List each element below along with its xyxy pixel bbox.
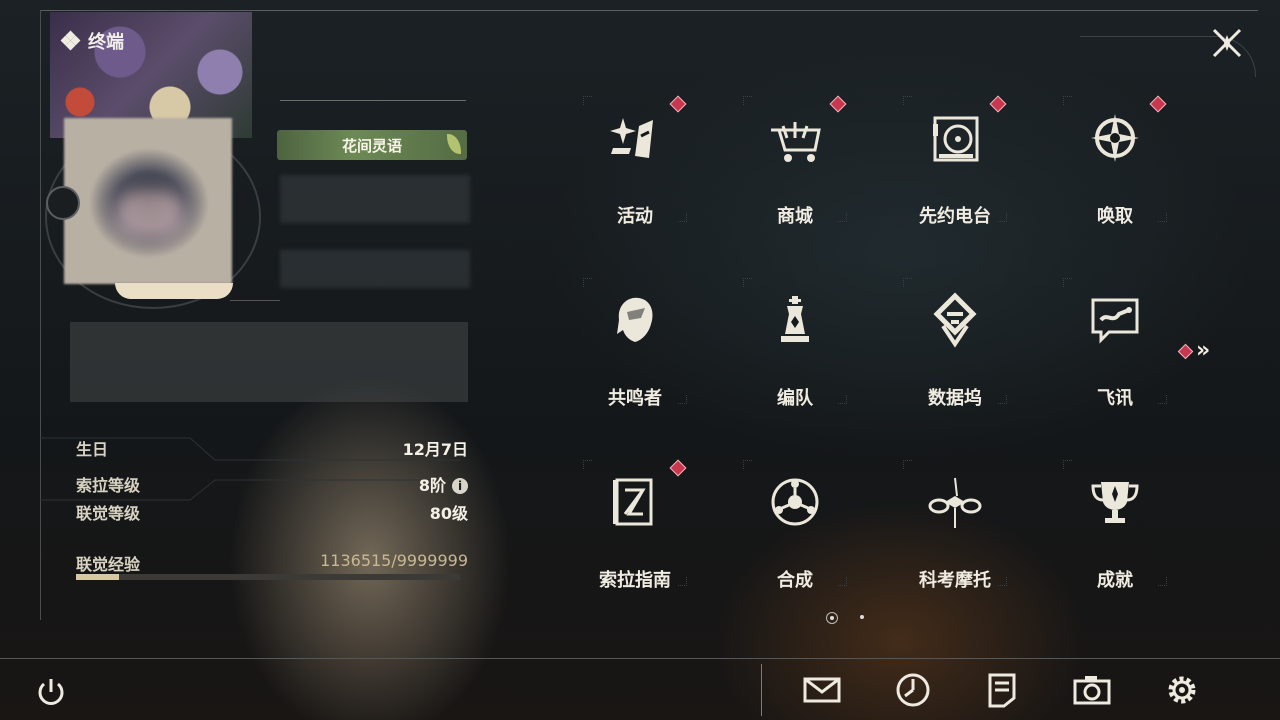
stats-list: 生日 12月7日 索拉等级 8阶 i 联觉等级 80级 <box>76 436 468 532</box>
exp-label: 联觉经验 <box>76 555 141 574</box>
trophy-icon <box>1091 482 1139 523</box>
mail-icon[interactable] <box>802 670 842 710</box>
page-dot-active[interactable] <box>826 612 838 624</box>
power-icon[interactable] <box>33 674 69 710</box>
notes-icon[interactable] <box>982 670 1022 710</box>
badge-dot <box>1177 343 1194 359</box>
leaf-icon <box>447 134 461 154</box>
menu-item-label: 索拉指南 <box>599 570 671 591</box>
title-badge[interactable]: 花间灵语 <box>277 130 467 160</box>
diamond-icon <box>60 30 81 51</box>
menu-item-label: 商城 <box>777 206 813 227</box>
menu-item-label: 活动 <box>617 206 653 227</box>
menu-item-label: 数据坞 <box>928 388 982 409</box>
double-chevron-right-icon: » <box>1196 338 1211 363</box>
stat-sola-level: 索拉等级 8阶 i <box>76 472 468 500</box>
frame-top-line <box>40 10 1258 11</box>
badge-dot <box>989 95 1007 113</box>
menu-item-team[interactable]: 编队 <box>715 272 875 422</box>
player-name-blurred <box>280 175 470 223</box>
badge-dot <box>1149 95 1167 113</box>
shop-cart-icon <box>771 122 821 162</box>
menu-item-motorcycle[interactable]: 科考摩托 <box>875 454 1035 604</box>
menu-item-summon[interactable]: 唤取 <box>1035 90 1195 240</box>
stat-value: 12月7日 <box>402 440 468 459</box>
next-page-button[interactable]: » <box>1177 338 1222 363</box>
stat-value: 8阶 <box>418 476 446 495</box>
stat-birthday: 生日 12月7日 <box>76 436 468 468</box>
message-bubble-icon <box>1091 298 1139 344</box>
clock-icon[interactable] <box>893 670 933 710</box>
badge-dot <box>829 95 847 113</box>
avatar-switch-button[interactable] <box>46 186 80 220</box>
menu-item-label: 唤取 <box>1097 206 1133 227</box>
player-id-blurred <box>280 250 470 288</box>
menu-item-guide[interactable]: 索拉指南 <box>555 454 715 604</box>
terminal-label: 终端 <box>88 32 124 53</box>
settings-gear-icon[interactable] <box>1162 670 1202 710</box>
exp-progress-bar <box>76 574 460 580</box>
menu-item-label: 共鸣者 <box>608 388 662 409</box>
team-chess-icon <box>781 296 809 342</box>
badge-dot <box>669 95 687 113</box>
title-divider <box>280 100 466 101</box>
title-badge-label: 花间灵语 <box>341 136 402 155</box>
data-dock-icon <box>933 292 977 348</box>
stat-key: 索拉等级 <box>76 476 141 495</box>
menu-item-shop[interactable]: 商城 <box>715 90 875 240</box>
bottom-separator <box>761 664 762 716</box>
stat-value-wrap: 8阶 i <box>419 472 468 496</box>
profile-divider <box>230 300 280 301</box>
page-indicator <box>826 612 886 624</box>
resonator-portrait-icon <box>617 297 653 342</box>
menu-item-achievements[interactable]: 成就 <box>1035 454 1195 604</box>
radio-vinyl-icon <box>933 116 979 162</box>
page-dot[interactable] <box>860 615 864 619</box>
info-icon[interactable]: i <box>452 478 468 494</box>
menu-item-label: 成就 <box>1097 570 1133 591</box>
menu-item-data-dock[interactable]: 数据坞 <box>875 272 1035 422</box>
bottom-bar-line <box>0 658 1280 659</box>
synthesis-orb-icon <box>771 478 819 526</box>
stat-key: 联觉等级 <box>76 504 141 523</box>
menu-item-radio[interactable]: 先约电台 <box>875 90 1035 240</box>
activity-sparkle-icon <box>610 118 653 158</box>
guide-book-icon <box>613 478 653 526</box>
menu-item-label: 先约电台 <box>919 206 991 227</box>
menu-item-messages[interactable]: 飞讯 <box>1035 272 1195 422</box>
exp-value: 1136515/9999999 <box>320 551 468 570</box>
avatar-base <box>115 283 233 299</box>
stat-union-level: 联觉等级 80级 <box>76 500 468 532</box>
stat-key: 生日 <box>76 440 109 459</box>
terminal-title: 终端 <box>60 28 124 54</box>
menu-item-label: 编队 <box>777 388 813 409</box>
avatar-face-blur <box>115 190 185 240</box>
menu-item-synthesis[interactable]: 合成 <box>715 454 875 604</box>
menu-item-activity[interactable]: 活动 <box>555 90 715 240</box>
exp-progress-fill <box>76 574 120 580</box>
summon-compass-icon <box>1091 114 1139 162</box>
frame-left-line <box>40 10 41 620</box>
motorcycle-icon <box>928 477 982 528</box>
menu-item-label: 合成 <box>777 570 813 591</box>
close-icon[interactable] <box>1208 24 1246 62</box>
camera-icon[interactable] <box>1072 670 1112 710</box>
menu-item-label: 科考摩托 <box>919 570 991 591</box>
menu-item-label: 飞讯 <box>1097 388 1133 409</box>
badge-dot <box>669 459 687 477</box>
signature-box[interactable] <box>70 322 468 402</box>
stat-value: 80级 <box>429 504 468 523</box>
menu-item-resonators[interactable]: 共鸣者 <box>555 272 715 422</box>
